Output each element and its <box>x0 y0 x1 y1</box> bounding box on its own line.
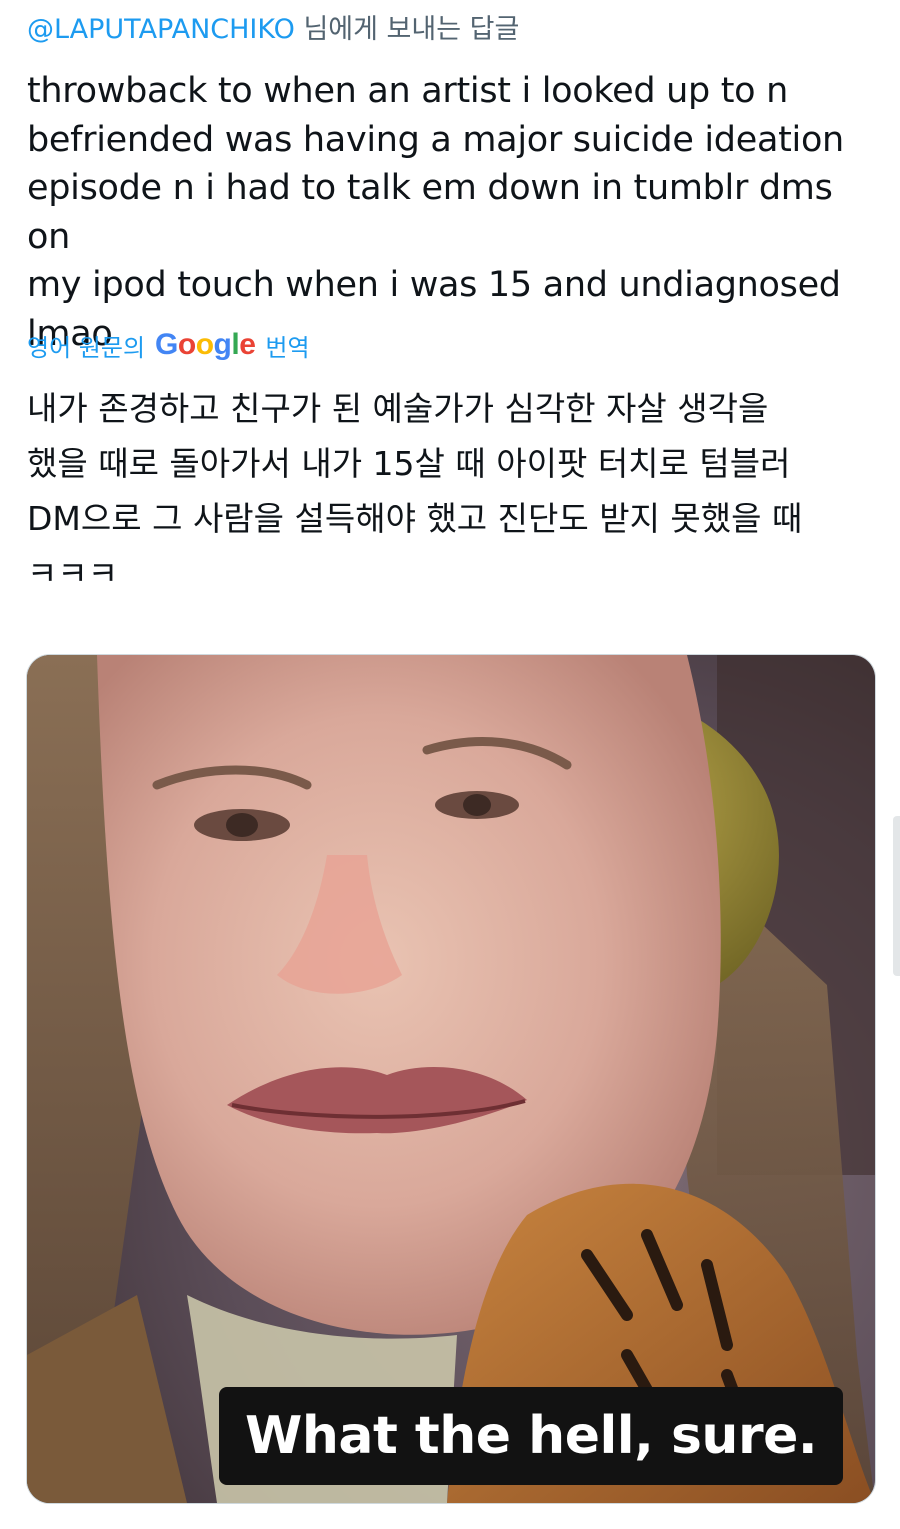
media-photo-illustration <box>27 655 875 1503</box>
translated-text: 내가 존경하고 친구가 된 예술가가 심각한 자살 생각을 했을 때로 돌아가서… <box>27 389 803 593</box>
translation-source-label[interactable]: 영어 원문의 <box>27 328 145 363</box>
translation-action-label: 번역 <box>265 333 310 362</box>
reply-to-line: @LAPUTAPANCHIKO 님에게 보내는 답글 <box>27 12 519 48</box>
media-caption: What the hell, sure. <box>219 1387 844 1485</box>
scrollbar-thumb[interactable] <box>893 816 900 976</box>
translation-attribution[interactable]: 영어 원문의 Google 번역 <box>27 326 310 364</box>
reply-to-suffix: 님에게 보내는 답글 <box>294 14 520 45</box>
reply-handle-link[interactable]: @LAPUTAPANCHIKO <box>27 14 295 45</box>
tweet-media-image[interactable]: What the hell, sure. <box>26 654 876 1504</box>
tweet-text: throwback to when an artist i looked up … <box>27 71 844 354</box>
google-logo-icon: Google <box>155 328 256 361</box>
